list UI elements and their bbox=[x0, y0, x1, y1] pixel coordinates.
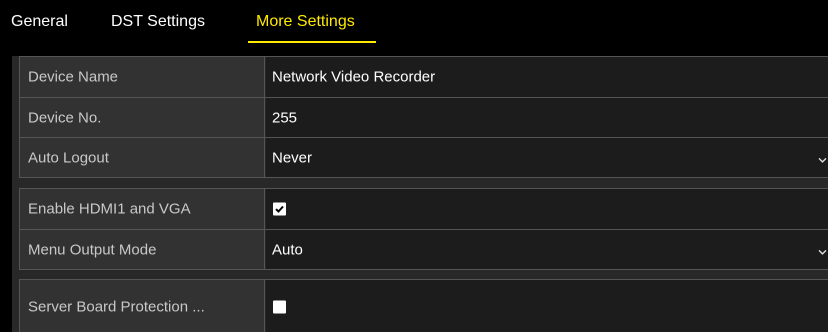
chevron-down-icon[interactable] bbox=[818, 152, 827, 166]
menu-output-mode-value: Auto bbox=[272, 241, 303, 258]
device-no-label: Device No. bbox=[28, 109, 102, 126]
server-board-protection-checkbox[interactable] bbox=[273, 300, 286, 313]
enable-hdmi-vga-row: Enable HDMI1 and VGA bbox=[20, 189, 828, 229]
enable-hdmi-vga-label-cell: Enable HDMI1 and VGA bbox=[20, 189, 265, 229]
auto-logout-label: Auto Logout bbox=[28, 149, 109, 166]
enable-hdmi-vga-cell bbox=[266, 189, 828, 229]
device-no-label-cell: Device No. bbox=[20, 98, 265, 137]
auto-logout-select[interactable]: Never bbox=[266, 138, 828, 177]
device-no-value: 255 bbox=[272, 109, 298, 126]
device-name-field[interactable]: Network Video Recorder bbox=[266, 57, 828, 97]
server-board-protection-label-cell: Server Board Protection ... bbox=[20, 280, 265, 332]
server-protection-group: Server Board Protection ... bbox=[19, 279, 828, 332]
device-info-group: Device Name Network Video Recorder Devic… bbox=[19, 56, 828, 178]
tab-general[interactable]: General bbox=[11, 13, 68, 31]
auto-logout-row: Auto Logout Never bbox=[20, 138, 828, 177]
device-no-field[interactable]: 255 bbox=[266, 98, 828, 137]
device-name-row: Device Name Network Video Recorder bbox=[20, 57, 828, 97]
server-board-protection-label: Server Board Protection ... bbox=[28, 298, 205, 315]
menu-output-mode-label: Menu Output Mode bbox=[28, 241, 157, 258]
enable-hdmi-vga-checkbox[interactable] bbox=[273, 202, 286, 216]
server-board-protection-row: Server Board Protection ... bbox=[20, 280, 828, 332]
menu-output-mode-row: Menu Output Mode Auto bbox=[20, 230, 828, 269]
enable-hdmi-vga-label: Enable HDMI1 and VGA bbox=[28, 200, 191, 218]
auto-logout-value: Never bbox=[272, 149, 313, 166]
device-no-row: Device No. 255 bbox=[20, 98, 828, 137]
tab-dst-settings[interactable]: DST Settings bbox=[111, 13, 205, 31]
check-icon bbox=[275, 205, 284, 213]
menu-output-mode-select[interactable]: Auto bbox=[266, 230, 828, 269]
tab-bar: General DST Settings More Settings bbox=[0, 0, 828, 44]
auto-logout-label-cell: Auto Logout bbox=[20, 138, 265, 177]
tab-more-settings[interactable]: More Settings bbox=[256, 13, 355, 31]
device-name-value: Network Video Recorder bbox=[272, 68, 436, 86]
active-tab-indicator bbox=[248, 41, 376, 43]
device-name-label: Device Name bbox=[28, 68, 119, 86]
display-output-group: Enable HDMI1 and VGA Menu Output Mode Au… bbox=[19, 188, 828, 270]
device-name-label-cell: Device Name bbox=[20, 57, 265, 97]
server-board-protection-cell bbox=[266, 280, 828, 332]
menu-output-mode-label-cell: Menu Output Mode bbox=[20, 230, 265, 269]
chevron-down-icon[interactable] bbox=[818, 244, 827, 258]
